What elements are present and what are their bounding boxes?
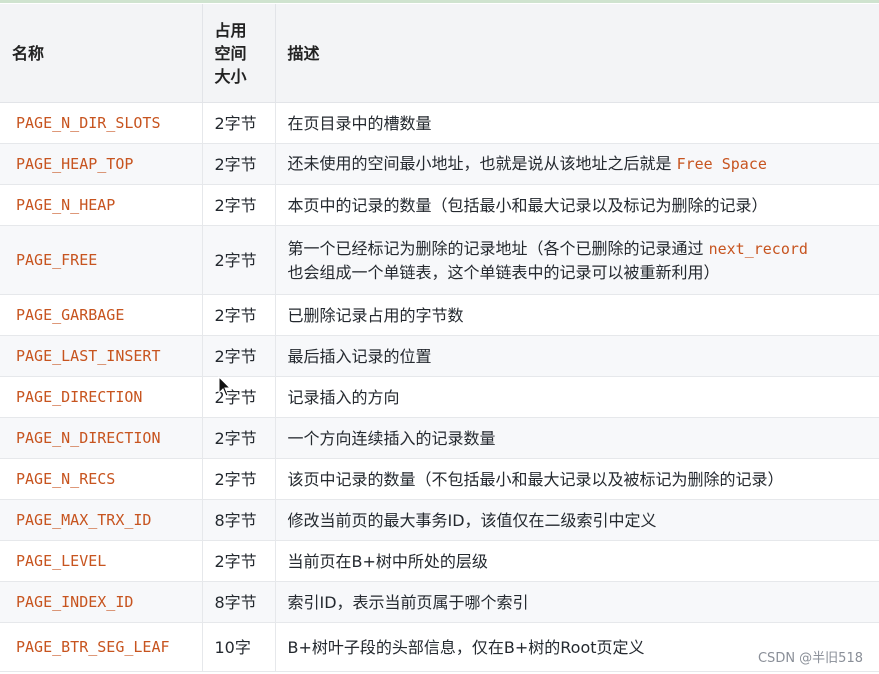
field-size: 8字节 (202, 581, 276, 623)
field-desc: 本页中的记录的数量（包括最小和最大记录以及标记为删除的记录） (275, 184, 879, 226)
field-name: PAGE_LEVEL (0, 540, 203, 582)
table-row: PAGE_HEAP_TOP 2字节 还未使用的空间最小地址，也就是说从该地址之后… (0, 143, 879, 185)
table-row: PAGE_N_DIRECTION 2字节 一个方向连续插入的记录数量 (0, 417, 879, 459)
table-row: PAGE_N_DIR_SLOTS 2字节 在页目录中的槽数量 (0, 102, 879, 144)
field-size: 2字节 (202, 143, 276, 185)
field-name: PAGE_MAX_TRX_ID (0, 499, 203, 541)
table-row: PAGE_LAST_INSERT 2字节 最后插入记录的位置 (0, 335, 879, 377)
field-desc: 修改当前页的最大事务ID，该值仅在二级索引中定义 (275, 499, 879, 541)
field-desc: 在页目录中的槽数量 (275, 102, 879, 144)
field-name: PAGE_BTR_SEG_LEAF (0, 622, 203, 672)
field-size: 2字节 (202, 225, 276, 295)
table-row: PAGE_BTR_SEG_LEAF 10字 B+树叶子段的头部信息，仅在B+树的… (0, 622, 879, 672)
header-desc: 描述 (275, 4, 879, 103)
table-row: PAGE_N_HEAP 2字节 本页中的记录的数量（包括最小和最大记录以及标记为… (0, 184, 879, 226)
field-name: PAGE_GARBAGE (0, 294, 203, 336)
table-row: PAGE_MAX_TRX_ID 8字节 修改当前页的最大事务ID，该值仅在二级索… (0, 499, 879, 541)
field-size: 2字节 (202, 458, 276, 500)
header-size: 占用 空间 大小 (202, 4, 276, 103)
header-size-line3: 大小 (214, 66, 247, 86)
field-desc: 还未使用的空间最小地址，也就是说从该地址之后就是 Free Space (275, 143, 879, 185)
field-name: PAGE_DIRECTION (0, 376, 203, 418)
field-desc: 一个方向连续插入的记录数量 (275, 417, 879, 459)
field-name: PAGE_N_RECS (0, 458, 203, 500)
field-name: PAGE_INDEX_ID (0, 581, 203, 623)
table-row: PAGE_GARBAGE 2字节 已删除记录占用的字节数 (0, 294, 879, 336)
field-desc: 最后插入记录的位置 (275, 335, 879, 377)
field-size: 8字节 (202, 499, 276, 541)
field-name: PAGE_LAST_INSERT (0, 335, 203, 377)
field-size: 2字节 (202, 376, 276, 418)
field-size: 10字 (202, 622, 276, 672)
inline-code: next_record (708, 239, 808, 258)
field-size: 2字节 (202, 102, 276, 144)
inline-code: Free Space (676, 155, 767, 173)
field-desc: 当前页在B+树中所处的层级 (275, 540, 879, 582)
field-desc-line2: 也会组成一个单链表，这个单链表中的记录可以被重新利用） (287, 262, 720, 282)
field-desc: 记录插入的方向 (275, 376, 879, 418)
watermark: CSDN @半旧518 (755, 647, 865, 666)
header-size-line2: 空间 (214, 43, 247, 63)
field-desc: 该页中记录的数量（不包括最小和最大记录以及被标记为删除的记录） (275, 458, 879, 500)
table-row: PAGE_DIRECTION 2字节 记录插入的方向 (0, 376, 879, 418)
table-row: PAGE_N_RECS 2字节 该页中记录的数量（不包括最小和最大记录以及被标记… (0, 458, 879, 500)
field-desc: 第一个已经标记为删除的记录地址（各个已删除的记录通过 next_record 也… (275, 225, 879, 295)
field-size: 2字节 (202, 184, 276, 226)
field-desc: 索引ID，表示当前页属于哪个索引 (275, 581, 879, 623)
mouse-cursor-icon (218, 376, 232, 397)
table-header: 名称 占用 空间 大小 描述 (0, 4, 879, 103)
field-name: PAGE_N_DIR_SLOTS (0, 102, 203, 144)
page-header-table: 名称 占用 空间 大小 描述 PAGE_N_DIR_SLOTS 2字节 在页目录… (0, 4, 879, 672)
field-desc-text: 第一个已经标记为删除的记录地址（各个已删除的记录通过 (287, 238, 709, 258)
field-desc-text: 还未使用的空间最小地址，也就是说从该地址之后就是 (287, 154, 677, 173)
header-size-line1: 占用 (214, 20, 247, 40)
field-name: PAGE_N_HEAP (0, 184, 203, 226)
table-row: PAGE_INDEX_ID 8字节 索引ID，表示当前页属于哪个索引 (0, 581, 879, 623)
field-name: PAGE_HEAP_TOP (0, 143, 203, 185)
header-name: 名称 (0, 4, 203, 103)
field-name: PAGE_N_DIRECTION (0, 417, 203, 459)
table-row: PAGE_LEVEL 2字节 当前页在B+树中所处的层级 (0, 540, 879, 582)
field-size: 2字节 (202, 335, 276, 377)
top-border (0, 0, 879, 3)
table-row: PAGE_FREE 2字节 第一个已经标记为删除的记录地址（各个已删除的记录通过… (0, 225, 879, 295)
field-size: 2字节 (202, 294, 276, 336)
field-name: PAGE_FREE (0, 225, 203, 295)
field-size: 2字节 (202, 540, 276, 582)
field-size: 2字节 (202, 417, 276, 459)
field-desc: 已删除记录占用的字节数 (275, 294, 879, 336)
